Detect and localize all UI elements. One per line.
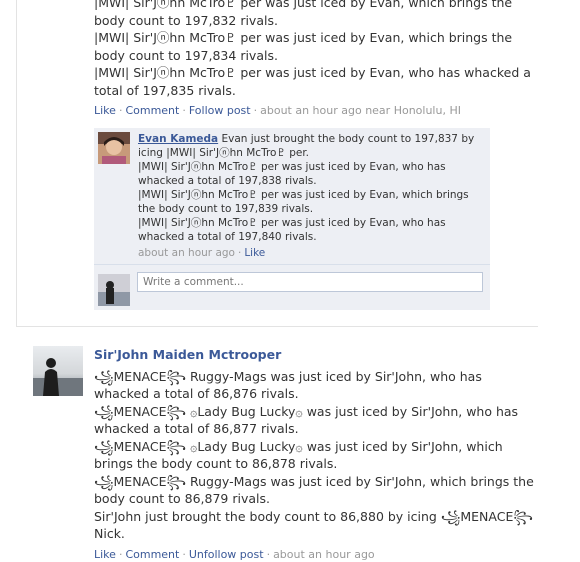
- story-divider: [16, 326, 538, 327]
- comment-body: Evan Kameda Evan just brought the body c…: [138, 132, 484, 260]
- timestamp: about an hour ago: [273, 547, 375, 561]
- profile-avatar[interactable]: [33, 346, 83, 396]
- comment-author-link[interactable]: Evan Kameda: [138, 133, 218, 145]
- write-comment-input[interactable]: Write a comment...: [137, 272, 483, 292]
- like-link[interactable]: Like: [94, 548, 116, 561]
- story-post-2: Sir'John Maiden Mctrooper ꧁MENACE꧂ Ruggy…: [94, 346, 534, 562]
- story-text: ꧁MENACE꧂ ۞Lady Bug Lucky۞ was just iced …: [94, 438, 503, 472]
- comment-text: |MWI| Sir'Jⓝhn McTro♇ per was just iced …: [138, 217, 446, 243]
- story-text: ꧁MENACE꧂ Ruggy-Mags was just iced by Sir…: [94, 368, 482, 402]
- story-text: |MWI| Sir'Jⓝhn McTro♇ per was just iced …: [94, 30, 513, 63]
- story-post-1: |MWI| Sir'Jⓝhn McTro♇ per was just iced …: [94, 0, 534, 118]
- comment-meta: about an hour ago · Like: [138, 247, 266, 259]
- story-actions: Like · Comment · Follow post · about an hour a…: [94, 104, 461, 117]
- comment-text: |MWI| Sir'Jⓝhn McTro♇ per was just iced …: [138, 161, 446, 187]
- comment-separator: [94, 264, 490, 265]
- comment-timestamp: about an hour ago: [138, 247, 235, 259]
- comment-like-link[interactable]: Like: [244, 247, 265, 259]
- story-text: |MWI| Sir'Jⓝhn McTro♇ per was just iced …: [94, 65, 531, 98]
- timestamp: about an hour ago near Honolulu, HI: [260, 104, 461, 117]
- commenter-avatar[interactable]: [98, 132, 130, 164]
- story-text: ꧁MENACE꧂ Ruggy-Mags was just iced by Sir…: [94, 473, 534, 507]
- viewer-avatar: [98, 274, 130, 306]
- comment-link[interactable]: Comment: [125, 548, 179, 561]
- like-link[interactable]: Like: [94, 104, 116, 117]
- story-text: |MWI| Sir'Jⓝhn McTro♇ per was just iced …: [94, 0, 513, 28]
- comment-section: Evan Kameda Evan just brought the body c…: [94, 128, 490, 310]
- story-text: Sir'John just brought the body count to …: [94, 508, 533, 542]
- unfollow-post-link[interactable]: Unfollow post: [189, 548, 264, 561]
- feed-left-border: [16, 0, 17, 326]
- post-author-link[interactable]: Sir'John Maiden Mctrooper: [94, 346, 534, 364]
- story-text: ꧁MENACE꧂ ۞Lady Bug Lucky۞ was just iced …: [94, 403, 519, 437]
- comment-text: |MWI| Sir'Jⓝhn McTro♇ per was just iced …: [138, 189, 469, 215]
- story-actions: Like · Comment · Unfollow post · about an hour…: [94, 547, 375, 561]
- comment-link[interactable]: Comment: [125, 104, 179, 117]
- follow-post-link[interactable]: Follow post: [189, 104, 251, 117]
